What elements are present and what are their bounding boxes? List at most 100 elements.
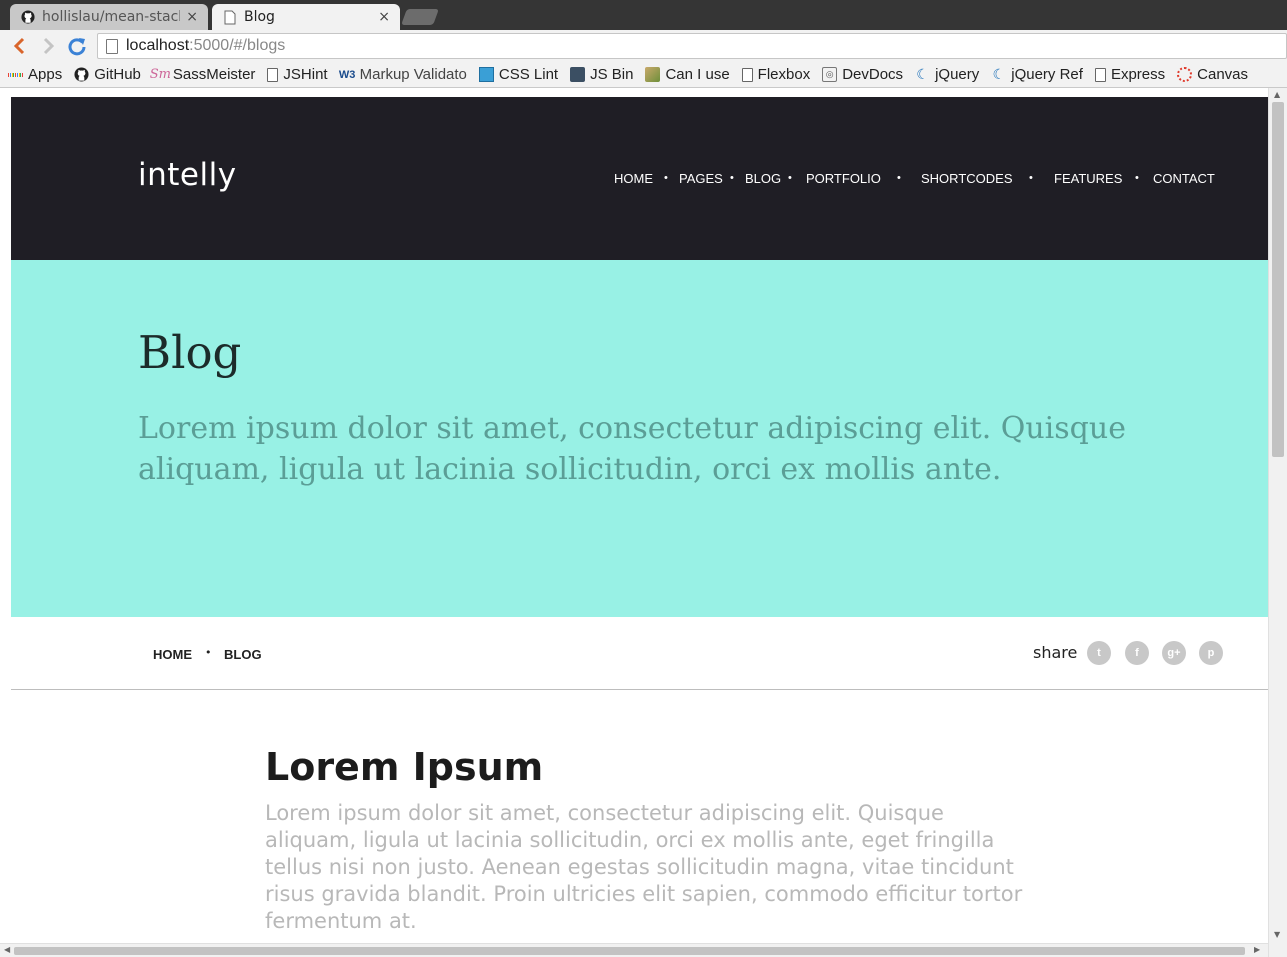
hero-banner: Blog Lorem ipsum dolor sit amet, consect… bbox=[11, 260, 1268, 617]
csslint-icon bbox=[478, 67, 494, 82]
bookmark-label: CSS Lint bbox=[498, 66, 559, 83]
tab-title: Blog bbox=[244, 9, 275, 25]
github-icon bbox=[20, 9, 36, 25]
nav-blog[interactable]: BLOG bbox=[745, 171, 781, 186]
tab-strip: hollislau/mean-stack × Blog × bbox=[0, 0, 1287, 30]
sassmeister-icon: Sm bbox=[149, 67, 172, 82]
back-icon[interactable] bbox=[8, 35, 30, 57]
horizontal-scrollbar[interactable]: ◀ ▶ bbox=[0, 943, 1268, 957]
facebook-icon[interactable]: f bbox=[1125, 641, 1149, 665]
tab-title: hollislau/mean-stack bbox=[42, 9, 181, 25]
hero-subtitle: Lorem ipsum dolor sit amet, consectetur … bbox=[138, 411, 1126, 487]
page-icon bbox=[106, 38, 118, 54]
breadcrumb-bar: HOME • BLOG share t f g+ p bbox=[11, 617, 1268, 690]
jquery-icon: ☾ bbox=[992, 66, 1006, 82]
breadcrumb-separator: • bbox=[205, 646, 212, 659]
reload-icon[interactable] bbox=[66, 35, 88, 57]
twitter-icon[interactable]: t bbox=[1087, 641, 1111, 665]
bookmark-label: Canvas bbox=[1197, 66, 1248, 83]
bookmark-github[interactable]: GitHub bbox=[74, 66, 141, 83]
page-icon bbox=[741, 67, 753, 82]
viewport-margin bbox=[0, 88, 11, 957]
breadcrumb-home[interactable]: HOME bbox=[153, 647, 192, 662]
tab-github[interactable]: hollislau/mean-stack × bbox=[10, 4, 208, 30]
bookmark-jquery-ref[interactable]: ☾ jQuery Ref bbox=[991, 66, 1083, 83]
bookmark-label: DevDocs bbox=[842, 66, 904, 83]
bookmark-label: Apps bbox=[28, 66, 63, 83]
bookmark-jsbin[interactable]: JS Bin bbox=[570, 66, 633, 83]
browser-toolbar: localhost:5000/#/blogs bbox=[0, 30, 1287, 62]
bookmark-label: JS Bin bbox=[590, 66, 634, 83]
github-icon bbox=[74, 67, 89, 82]
jquery-icon: ☾ bbox=[916, 66, 929, 82]
nav-contact[interactable]: CONTACT bbox=[1153, 171, 1215, 186]
scrollbar-thumb[interactable] bbox=[14, 947, 1245, 955]
bookmark-label: jQuery bbox=[935, 66, 980, 83]
nav-features[interactable]: FEATURES bbox=[1054, 171, 1122, 186]
bookmark-jquery[interactable]: ☾ jQuery bbox=[915, 66, 979, 83]
nav-separator: • bbox=[664, 172, 668, 184]
article-title[interactable]: Lorem Ipsum bbox=[265, 745, 543, 789]
bookmark-apps[interactable]: Apps bbox=[7, 66, 63, 83]
bookmark-label: jQuery Ref bbox=[1011, 66, 1083, 83]
breadcrumb-blog[interactable]: BLOG bbox=[224, 647, 262, 662]
page-title: Blog bbox=[138, 326, 242, 379]
site-header: intelly HOME • PAGES • BLOG • PORTFOLIO … bbox=[11, 97, 1268, 260]
bookmark-label: Can I use bbox=[665, 66, 730, 83]
bookmark-sassmeister[interactable]: Sm SassMeister bbox=[149, 66, 256, 83]
devdocs-icon: ◎ bbox=[822, 67, 838, 82]
nav-pages[interactable]: PAGES bbox=[679, 171, 723, 186]
address-bar[interactable]: localhost:5000/#/blogs bbox=[97, 33, 1287, 59]
page-icon bbox=[1094, 67, 1106, 82]
pinterest-icon[interactable]: p bbox=[1199, 641, 1223, 665]
address-host: localhost bbox=[126, 37, 190, 54]
scroll-down-icon[interactable]: ▼ bbox=[1274, 930, 1280, 939]
bookmark-label: GitHub bbox=[94, 66, 141, 83]
bookmark-label: JSHint bbox=[283, 66, 328, 83]
bookmark-caniuse[interactable]: Can I use bbox=[645, 66, 730, 83]
new-tab-button[interactable] bbox=[401, 9, 439, 25]
nav-separator: • bbox=[788, 172, 792, 184]
main-nav: HOME • PAGES • BLOG • PORTFOLIO • SHORTC… bbox=[11, 171, 1268, 191]
share-label: share bbox=[1033, 643, 1078, 662]
tab-blog[interactable]: Blog × bbox=[212, 4, 400, 30]
caniuse-icon bbox=[645, 67, 661, 82]
bookmark-label: Express bbox=[1110, 66, 1166, 83]
bookmark-devdocs[interactable]: ◎ DevDocs bbox=[822, 66, 903, 83]
page-viewport: intelly HOME • PAGES • BLOG • PORTFOLIO … bbox=[0, 88, 1287, 957]
bookmark-flexbox[interactable]: Flexbox bbox=[741, 66, 811, 83]
bookmark-csslint[interactable]: CSS Lint bbox=[478, 66, 559, 83]
jsbin-icon bbox=[570, 67, 586, 82]
w3c-icon: W3 bbox=[338, 68, 356, 81]
scrollbar-thumb[interactable] bbox=[1272, 102, 1284, 457]
nav-separator: • bbox=[1135, 172, 1139, 184]
bookmark-express[interactable]: Express bbox=[1094, 66, 1166, 83]
nav-shortcodes[interactable]: SHORTCODES bbox=[921, 171, 1013, 186]
scroll-left-icon[interactable]: ◀ bbox=[4, 945, 10, 954]
nav-portfolio[interactable]: PORTFOLIO bbox=[806, 171, 881, 186]
bookmark-jshint[interactable]: JSHint bbox=[267, 66, 328, 83]
apps-grid-icon bbox=[7, 67, 24, 82]
bookmark-markup-validator[interactable]: W3 Markup Validato bbox=[338, 66, 467, 83]
canvas-icon bbox=[1177, 67, 1193, 82]
nav-home[interactable]: HOME bbox=[614, 171, 653, 186]
tab-close-icon[interactable]: × bbox=[378, 9, 390, 25]
bookmark-canvas[interactable]: Canvas bbox=[1177, 66, 1248, 83]
bookmark-label: Markup Validato bbox=[359, 66, 467, 83]
bookmarks-bar: Apps GitHub Sm SassMeister JSHint W3 Mar… bbox=[0, 62, 1287, 88]
web-page: intelly HOME • PAGES • BLOG • PORTFOLIO … bbox=[11, 97, 1268, 945]
page-icon bbox=[267, 67, 279, 82]
bookmark-label: SassMeister bbox=[172, 66, 256, 83]
forward-icon[interactable] bbox=[38, 35, 60, 57]
vertical-scrollbar[interactable]: ▲ ▼ bbox=[1268, 88, 1287, 957]
address-path: :5000/#/blogs bbox=[189, 37, 286, 54]
scroll-right-icon[interactable]: ▶ bbox=[1254, 945, 1260, 954]
nav-separator: • bbox=[730, 172, 734, 184]
page-icon bbox=[222, 9, 238, 25]
article-excerpt: Lorem ipsum dolor sit amet, consectetur … bbox=[265, 801, 1023, 933]
nav-separator: • bbox=[897, 172, 901, 184]
google-plus-icon[interactable]: g+ bbox=[1162, 641, 1186, 665]
tab-close-icon[interactable]: × bbox=[186, 9, 198, 25]
scroll-up-icon[interactable]: ▲ bbox=[1274, 90, 1280, 99]
bookmark-label: Flexbox bbox=[757, 66, 811, 83]
